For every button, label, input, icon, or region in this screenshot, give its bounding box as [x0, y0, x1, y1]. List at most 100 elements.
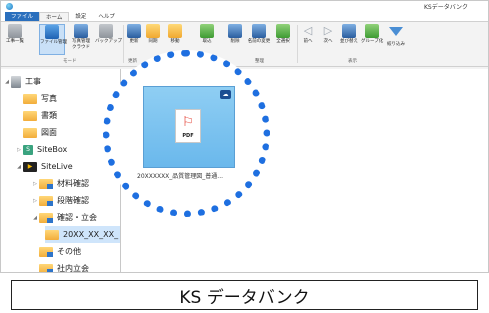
caption-box: KS データバンク: [11, 280, 478, 310]
collapsed-arrow-icon[interactable]: ▷: [31, 198, 39, 204]
import-button[interactable]: 取込: [198, 24, 216, 44]
sync-button[interactable]: 同期: [144, 24, 162, 44]
photo-cloud-label: 写真管理: [72, 39, 90, 44]
folder-icon: [39, 212, 53, 223]
tree-item-photos[interactable]: 写真: [23, 90, 57, 107]
sort-button[interactable]: 並び替え: [338, 24, 360, 44]
prev-icon: ◁: [303, 24, 313, 37]
prev-button[interactable]: ◁ 前へ: [299, 24, 317, 44]
tree-item-label: SiteLive: [41, 162, 73, 171]
expand-arrow-icon[interactable]: ◢: [31, 215, 39, 221]
expand-arrow-icon[interactable]: ◢: [15, 164, 23, 170]
expand-arrow-icon[interactable]: ◢: [3, 79, 11, 85]
tree-item-construction[interactable]: ◢ 工事: [3, 73, 41, 90]
prev-label: 前へ: [303, 39, 313, 44]
tree-item-label: 材料確認: [57, 179, 89, 188]
move-label: 移動: [170, 39, 180, 44]
group-label-view: 表示: [348, 59, 357, 64]
tree-item-sitebox[interactable]: ▷ S SiteBox: [15, 141, 67, 158]
tree-item-sitelive[interactable]: ◢ ▶ SiteLive: [15, 158, 73, 175]
next-button[interactable]: ▷ 次へ: [319, 24, 337, 44]
tree-item-label: 20XX_XX_XX_: [63, 230, 119, 239]
tree-item-label: 工事: [25, 77, 41, 86]
group-label-organize: 整理: [255, 59, 264, 64]
construction-list-button[interactable]: 工事一覧: [4, 24, 26, 44]
tab-home[interactable]: ホーム: [39, 12, 70, 21]
tree-item-label: 写真: [41, 94, 57, 103]
update-icon: [127, 24, 141, 38]
window-title: KSデータバンク: [423, 4, 468, 11]
collapsed-arrow-icon[interactable]: ▷: [31, 181, 39, 187]
folder-icon: [23, 93, 37, 104]
construction-list-icon: [8, 24, 22, 38]
select-all-button[interactable]: 全選択: [273, 24, 293, 44]
filter-icon: [389, 27, 403, 36]
sync-icon: [146, 24, 160, 38]
tree-item-internal-attend[interactable]: 社内立会: [39, 260, 89, 272]
tree-item-documents[interactable]: 書類: [23, 107, 57, 124]
photo-cloud-button[interactable]: 写真管理 クラウド: [70, 24, 92, 50]
folder-icon: [45, 229, 59, 240]
next-icon: ▷: [323, 24, 333, 37]
tab-settings[interactable]: 設定: [69, 12, 92, 21]
next-label: 次へ: [323, 39, 333, 44]
filter-button[interactable]: 絞り込み: [385, 24, 407, 47]
select-all-label: 全選択: [276, 39, 290, 44]
tree-item-label: 図面: [41, 128, 57, 137]
folder-tree: ◢ 工事 写真 書類 図面 ▷ S SiteBox ◢ ▶ SiteLive ▷…: [1, 69, 121, 272]
pdf-type-label: PDF: [182, 133, 194, 139]
delete-label: 削除: [230, 39, 240, 44]
file-management-button[interactable]: ファイル管理: [39, 24, 67, 55]
file-management-icon: [45, 25, 59, 39]
rename-button[interactable]: 名前の変更: [247, 24, 271, 44]
tree-item-other[interactable]: その他: [39, 243, 81, 260]
file-name: 20XXXXXX_品質管理図_普通...: [137, 173, 224, 180]
delete-button[interactable]: 削除: [226, 24, 244, 44]
group-separator: [297, 25, 298, 63]
import-icon: [200, 24, 214, 38]
tree-item-material-check[interactable]: ▷ 材料確認: [31, 175, 89, 192]
file-thumbnail[interactable]: ☁ ⚐ PDF: [143, 86, 235, 168]
tree-item-date-folder[interactable]: 20XX_XX_XX_: [45, 226, 120, 243]
pdf-file-icon: ⚐ PDF: [175, 109, 201, 143]
group-button[interactable]: グループ化: [361, 24, 383, 44]
folder-icon: [39, 246, 53, 257]
file-management-label: ファイル管理: [40, 40, 67, 45]
tree-item-label: 段階確認: [57, 196, 89, 205]
folder-icon: [39, 263, 53, 272]
tab-file[interactable]: ファイル: [5, 12, 40, 21]
sitelive-icon: ▶: [23, 161, 37, 172]
sort-icon: [342, 24, 356, 38]
tree-item-stage-check[interactable]: ▷ 段階確認: [31, 192, 89, 209]
filter-label: 絞り込み: [387, 42, 405, 47]
folder-icon: [23, 110, 37, 121]
folder-icon: [39, 195, 53, 206]
backup-button[interactable]: バックアップ: [95, 24, 122, 44]
move-button[interactable]: 移動: [166, 24, 184, 44]
rename-icon: [252, 24, 266, 38]
photo-cloud-label-2: クラウド: [72, 45, 90, 50]
tree-item-drawings[interactable]: 図面: [23, 124, 57, 141]
sort-label: 並び替え: [340, 39, 358, 44]
folder-icon: [23, 127, 37, 138]
group-icon: [365, 24, 379, 38]
pdf-symbol-icon: ⚐: [182, 115, 194, 130]
ribbon: 工事一覧 ファイル管理 写真管理 クラウド バックアップ 更新 同期 移動 取込…: [1, 22, 488, 67]
title-bar: KSデータバンク: [1, 1, 488, 12]
tab-help[interactable]: ヘルプ: [92, 12, 121, 21]
group-label-update: 更新: [128, 59, 137, 64]
construction-list-label: 工事一覧: [6, 39, 24, 44]
sitebox-icon: S: [23, 144, 33, 155]
tree-item-label: 確認・立会: [57, 213, 97, 222]
update-button[interactable]: 更新: [125, 24, 143, 44]
group-label: グループ化: [361, 39, 384, 44]
zoom-highlight-circle: ☁ ⚐ PDF 20XXXXXX_品質管理図_普通...: [103, 50, 270, 217]
tree-item-confirm-attend[interactable]: ◢ 確認・立会: [31, 209, 97, 226]
backup-label: バックアップ: [95, 39, 122, 44]
ribbon-tabs: ファイル ホーム 設定 ヘルプ: [1, 12, 488, 22]
tree-item-label: 書類: [41, 111, 57, 120]
delete-icon: [228, 24, 242, 38]
tree-item-label: その他: [57, 247, 81, 256]
rename-label: 名前の変更: [247, 39, 271, 44]
collapsed-arrow-icon[interactable]: ▷: [15, 147, 23, 153]
